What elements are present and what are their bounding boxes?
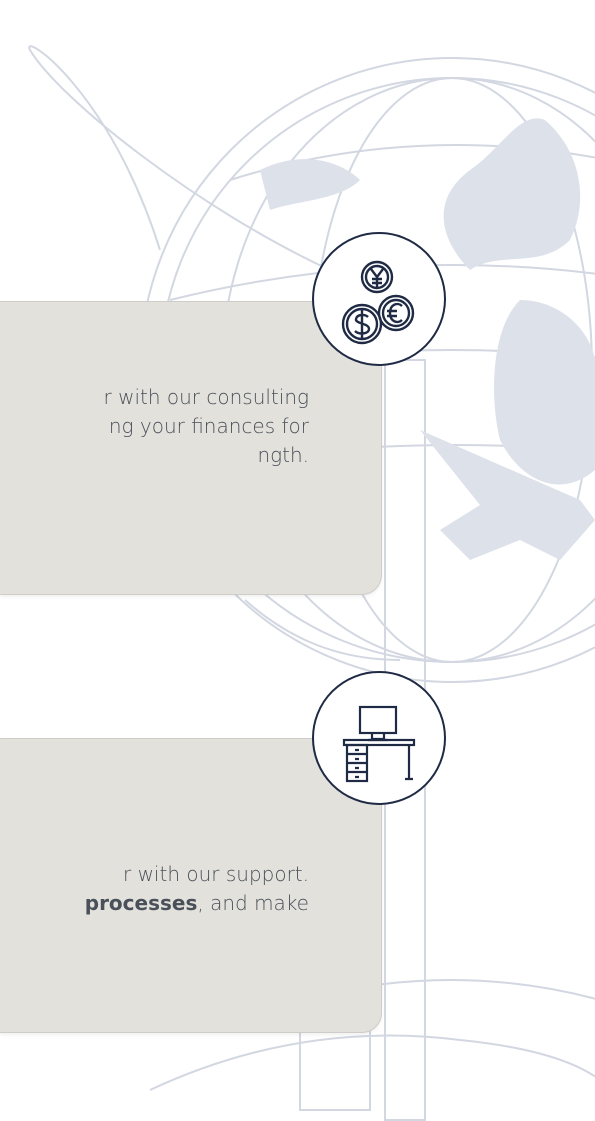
consulting-text-line-3: ngth. — [257, 443, 309, 467]
service-description-consulting: r with our consulting ng your finances f… — [104, 383, 310, 470]
consulting-text-line-1: r with our consulting — [103, 385, 310, 409]
support-text-line-2-rest: , and make — [197, 891, 309, 915]
support-text-bold-processes: processes — [84, 891, 198, 915]
office-desk-icon — [312, 671, 446, 805]
consulting-text-line-2: ng your finances for — [108, 414, 309, 438]
currency-coins-icon — [312, 232, 446, 366]
service-description-support: r with our support. processes, and make — [85, 860, 309, 918]
support-text-line-1: r with our support. — [122, 862, 309, 886]
